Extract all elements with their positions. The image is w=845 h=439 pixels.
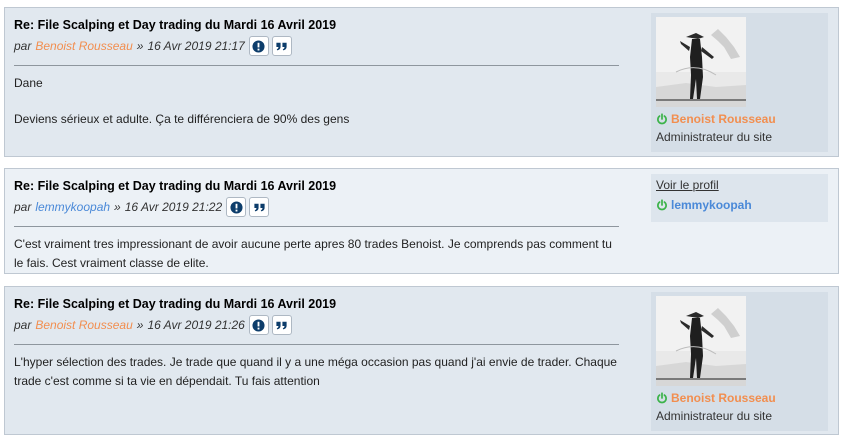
post-body: Re: File Scalping et Day trading du Mard…	[14, 297, 619, 391]
author-link[interactable]: lemmykoopah	[35, 200, 110, 214]
profile-username: Benoist Rousseau	[656, 111, 823, 127]
online-power-icon	[656, 392, 668, 404]
post-author-line: par Benoist Rousseau » 16 Avr 2019 21:17	[14, 35, 619, 57]
avatar[interactable]	[656, 17, 746, 107]
profile-username-link[interactable]: lemmykoopah	[671, 198, 752, 212]
by-label: par	[14, 39, 32, 53]
author-link[interactable]: Benoist Rousseau	[35, 318, 132, 332]
post-text: Deviens sérieux et adulte. Ça te différe…	[14, 112, 350, 126]
by-label: par	[14, 318, 32, 332]
quote-button[interactable]	[249, 197, 270, 217]
post-date: 16 Avr 2019 21:17	[147, 39, 245, 53]
post-title[interactable]: Re: File Scalping et Day trading du Mard…	[14, 18, 619, 32]
report-button[interactable]	[226, 197, 247, 217]
by-label: par	[14, 200, 32, 214]
post: Re: File Scalping et Day trading du Mard…	[4, 7, 839, 157]
quote-button[interactable]	[271, 315, 292, 335]
date-separator: »	[136, 318, 144, 332]
author-link[interactable]: Benoist Rousseau	[35, 39, 132, 53]
profile-rank: Administrateur du site	[656, 130, 773, 144]
online-power-icon	[656, 113, 668, 125]
info-report-icon	[230, 201, 243, 214]
post: Re: File Scalping et Day trading du Mard…	[4, 286, 839, 435]
report-button[interactable]	[248, 36, 269, 56]
quote-icon	[275, 319, 288, 332]
post-content: L'hyper sélection des trades. Je trade q…	[14, 344, 619, 391]
report-button[interactable]	[248, 315, 269, 335]
post-content: C'est vraiment tres impressionant de avo…	[14, 226, 619, 273]
avatar[interactable]	[656, 296, 746, 386]
post-text: L'hyper sélection des trades. Je trade q…	[14, 355, 617, 388]
info-report-icon	[252, 319, 265, 332]
post-profile: Benoist Rousseau Administrateur du site	[651, 292, 828, 431]
post-body: Re: File Scalping et Day trading du Mard…	[14, 179, 619, 273]
post-title[interactable]: Re: File Scalping et Day trading du Mard…	[14, 297, 619, 311]
post-profile: Benoist Rousseau Administrateur du site	[651, 13, 828, 152]
quote-icon	[275, 40, 288, 53]
post-body: Re: File Scalping et Day trading du Mard…	[14, 18, 619, 129]
post-date: 16 Avr 2019 21:26	[147, 318, 245, 332]
info-report-icon	[252, 40, 265, 53]
date-separator: »	[114, 200, 121, 214]
view-profile-link[interactable]: Voir le profil	[656, 178, 823, 195]
post-text: C'est vraiment tres impressionant de avo…	[14, 237, 612, 270]
profile-username-link[interactable]: Benoist Rousseau	[671, 391, 776, 405]
profile-username: lemmykoopah	[656, 197, 823, 213]
date-separator: »	[136, 39, 144, 53]
profile-username-link[interactable]: Benoist Rousseau	[671, 112, 776, 126]
post-author-line: par Benoist Rousseau » 16 Avr 2019 21:26	[14, 314, 619, 336]
profile-rank: Administrateur du site	[656, 409, 773, 423]
post: Re: File Scalping et Day trading du Mard…	[4, 168, 839, 274]
profile-username: Benoist Rousseau	[656, 390, 823, 406]
online-power-icon	[656, 199, 668, 211]
post-date: 16 Avr 2019 21:22	[124, 200, 223, 214]
post-profile: Voir le profil lemmykoopah	[651, 174, 828, 222]
quote-button[interactable]	[271, 36, 292, 56]
post-text: Dane	[14, 76, 43, 90]
quote-icon	[253, 201, 266, 214]
post-author-line: par lemmykoopah » 16 Avr 2019 21:22	[14, 196, 619, 218]
post-title[interactable]: Re: File Scalping et Day trading du Mard…	[14, 179, 619, 193]
post-content: Dane Deviens sérieux et adulte. Ça te di…	[14, 65, 619, 129]
